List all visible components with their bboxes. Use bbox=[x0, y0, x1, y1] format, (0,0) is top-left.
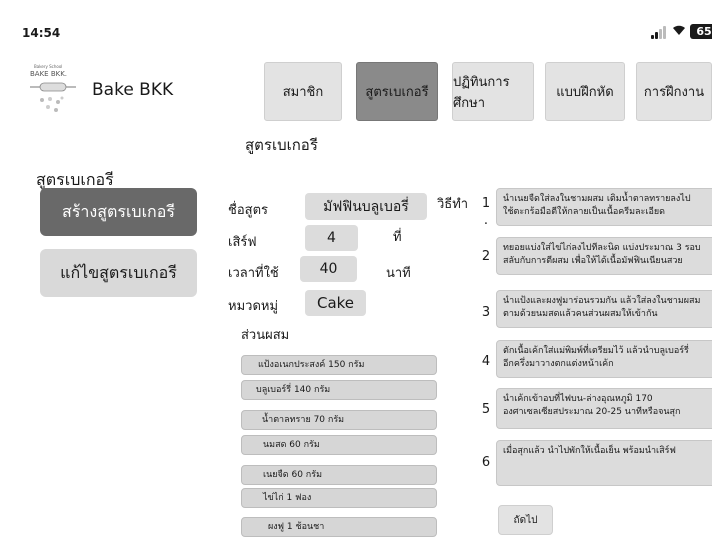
ingredients-label: ส่วนผสม bbox=[241, 328, 290, 343]
ingredient-item[interactable]: นมสด 60 กรัม bbox=[241, 435, 437, 455]
step-line: เมื่อสุกแล้ว นำไปพักให้เนื้อเย็น พร้อมนำ… bbox=[503, 446, 676, 456]
tab-academic-calendar[interactable]: ปฏิทินการศึกษา bbox=[452, 62, 534, 121]
tab-internship[interactable]: การฝึกงาน bbox=[636, 62, 712, 121]
ingredient-item[interactable]: น้ำตาลทราย 70 กรัม bbox=[241, 410, 437, 430]
status-bar: 14:54 65 bbox=[0, 0, 712, 56]
time-unit: นาที bbox=[386, 266, 411, 281]
next-button[interactable]: ถัดไป bbox=[498, 505, 553, 535]
step-line: สลับกับการตีผสม เพื่อให้ได้เนื้อมัฟฟินเน… bbox=[503, 256, 683, 266]
battery-indicator: 65 bbox=[690, 24, 712, 39]
step-line: องศาเซลเซียสประมาณ 20-25 นาทีหรือจนสุก bbox=[503, 407, 681, 417]
step-number: 1 bbox=[481, 196, 491, 211]
step-line: ตักเนื้อเค้กใส่แม่พิมพ์ที่เตรียมไว้ แล้ว… bbox=[503, 346, 689, 356]
bake-bkk-logo[interactable]: Bakery School BAKE BKK. bbox=[28, 62, 78, 120]
step-text-1[interactable]: นำเนยจืดใส่ลงในชามผสม เติมน้ำตาลทรายลงไป… bbox=[496, 188, 712, 226]
step-text-3[interactable]: นำแป้งและผงฟูมาร่อนรวมกัน แล้วใส่ลงในชาม… bbox=[496, 290, 712, 328]
category-label: หมวดหมู่ bbox=[228, 299, 279, 314]
step-number: 6 bbox=[481, 455, 491, 470]
ingredient-item[interactable]: แป้งอเนกประสงค์ 150 กรัม bbox=[241, 355, 437, 375]
step-line: ทยอยแบ่งใส่ไข่ไก่ลงไปทีละนิด แบ่งประมาณ … bbox=[503, 243, 701, 253]
category-field[interactable]: Cake bbox=[305, 290, 366, 316]
step-text-4[interactable]: ตักเนื้อเค้กใส่แม่พิมพ์ที่เตรียมไว้ แล้ว… bbox=[496, 340, 712, 378]
step-number: 5 bbox=[481, 402, 491, 417]
serve-field[interactable]: 4 bbox=[305, 225, 358, 251]
step-number-dot: . bbox=[483, 213, 489, 228]
step-line: อีกครึ่งมาวางตกแต่งหน้าเค้ก bbox=[503, 359, 614, 369]
svg-text:Bakery School: Bakery School bbox=[34, 64, 62, 69]
ingredient-item[interactable]: ผงฟู 1 ช้อนชา bbox=[241, 517, 437, 537]
ingredient-item[interactable]: เนยจืด 60 กรัม bbox=[241, 465, 437, 485]
step-number: 3 bbox=[481, 305, 491, 320]
step-text-6[interactable]: เมื่อสุกแล้ว นำไปพักให้เนื้อเย็น พร้อมนำ… bbox=[496, 440, 712, 486]
ingredient-item[interactable]: ไข่ไก่ 1 ฟอง bbox=[241, 488, 437, 508]
step-line: นำเค้กเข้าอบที่ไฟบน-ล่างอุณหภูมิ 170 bbox=[503, 394, 653, 404]
serve-unit: ที่ bbox=[393, 230, 402, 245]
svg-text:BAKE BKK.: BAKE BKK. bbox=[30, 70, 67, 78]
tab-bakery-recipes[interactable]: สูตรเบเกอรี bbox=[356, 62, 438, 121]
method-label: วิธีทำ bbox=[437, 197, 469, 212]
recipe-name-field[interactable]: มัฟฟินบลูเบอรี่ bbox=[305, 193, 427, 220]
wifi-icon bbox=[671, 22, 687, 40]
signal-icon bbox=[651, 25, 669, 39]
step-line: ใช้ตะกร้อมือตีให้กลายเป็นเนื้อครีมละเอีย… bbox=[503, 207, 665, 217]
time-field[interactable]: 40 bbox=[300, 256, 357, 282]
step-line: ตามด้วยนมสดแล้วคนส่วนผสมให้เข้ากัน bbox=[503, 309, 658, 319]
step-line: นำเนยจืดใส่ลงในชามผสม เติมน้ำตาลทรายลงไป bbox=[503, 194, 691, 204]
tab-members[interactable]: สมาชิก bbox=[264, 62, 342, 121]
create-recipe-button[interactable]: สร้างสูตรเบเกอรี bbox=[40, 188, 197, 236]
tab-exercises[interactable]: แบบฝึกหัด bbox=[545, 62, 625, 121]
recipe-name-label: ชื่อสูตร bbox=[228, 203, 268, 218]
serve-label: เสิร์ฟ bbox=[228, 235, 257, 250]
step-text-5[interactable]: นำเค้กเข้าอบที่ไฟบน-ล่างอุณหภูมิ 170 องศ… bbox=[496, 388, 712, 429]
step-line: นำแป้งและผงฟูมาร่อนรวมกัน แล้วใส่ลงในชาม… bbox=[503, 296, 701, 306]
step-text-2[interactable]: ทยอยแบ่งใส่ไข่ไก่ลงไปทีละนิด แบ่งประมาณ … bbox=[496, 237, 712, 275]
step-number: 4 bbox=[481, 354, 491, 369]
clock: 14:54 bbox=[22, 26, 61, 40]
edit-recipe-button[interactable]: แก้ไขสูตรเบเกอรี bbox=[40, 249, 197, 297]
time-label: เวลาที่ใช้ bbox=[228, 266, 279, 281]
ingredient-item[interactable]: บลูเบอร์รี่ 140 กรัม bbox=[241, 380, 437, 400]
page-title: สูตรเบเกอรี bbox=[245, 136, 318, 154]
brand-name: Bake BKK bbox=[92, 80, 174, 100]
step-number: 2 bbox=[481, 249, 491, 264]
